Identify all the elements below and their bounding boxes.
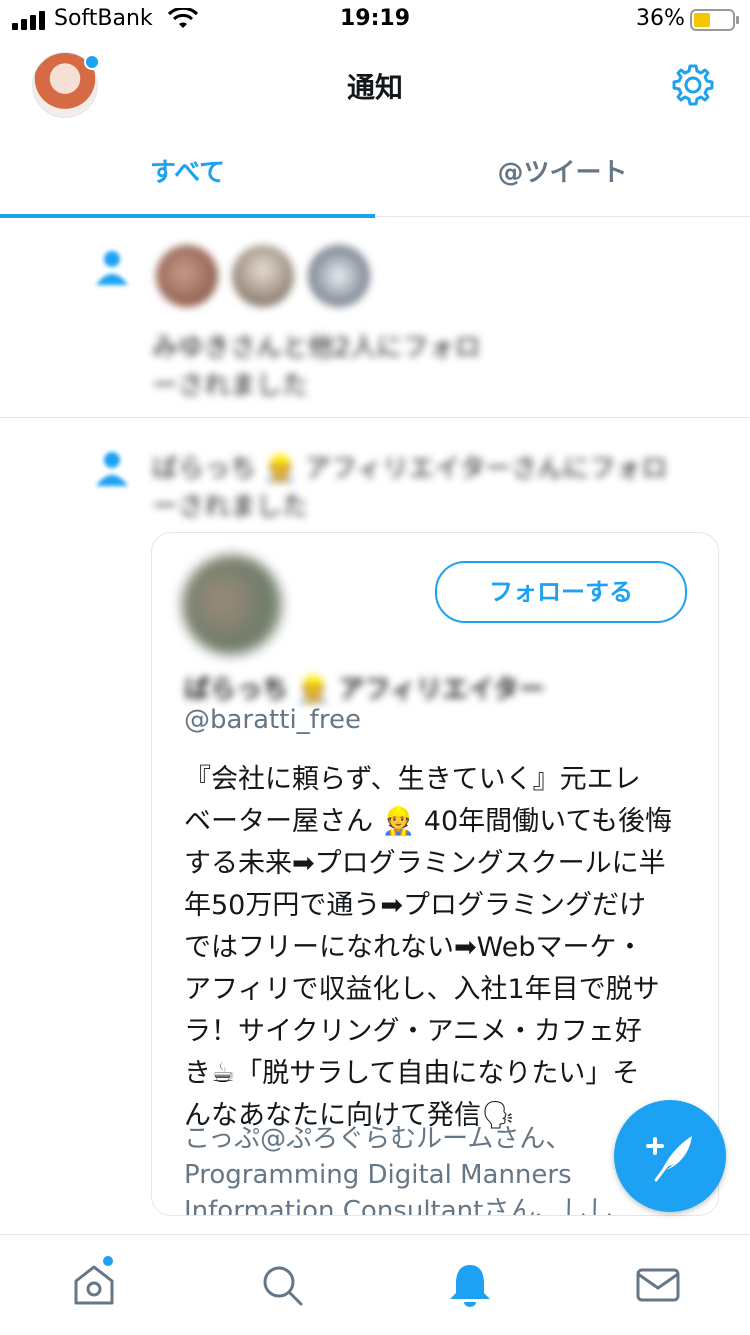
bio-line: ベーター屋さん 👷 40年間働いても後悔 [184, 806, 672, 837]
user-display-name: ばらっち 👷 アフィリエイター [184, 675, 545, 705]
nav-header: 通知 [0, 40, 750, 130]
battery-icon [690, 9, 739, 31]
tab-mentions[interactable]: @ツイート [375, 130, 750, 216]
follower-avatar[interactable] [308, 245, 370, 307]
search-icon[interactable] [258, 1261, 306, 1309]
follower-avatar[interactable] [156, 245, 218, 307]
notification-tabs: すべて @ツイート [0, 130, 750, 218]
user-handle: @baratti_free [184, 705, 361, 735]
status-bar: SoftBank 19:19 36% [0, 0, 750, 40]
page-title: 通知 [346, 71, 403, 104]
bio-line: アフィリで収益化し、入社1年目で脱サ [184, 974, 660, 1005]
notification-item[interactable]: みゆきさんと他2人にフォロ ーされました [0, 217, 750, 418]
user-bio: 『会社に頼らず、生きていく』元エレ ベーター屋さん 👷 40年間働いても後悔 す… [184, 759, 694, 1137]
person-icon [96, 452, 128, 486]
notification-text: ばらっち 👷 アフィリエイターさんにフォロ [152, 454, 668, 484]
unread-dot [103, 1256, 113, 1266]
follow-button[interactable]: フォローする [435, 561, 687, 623]
bottom-tab-bar [0, 1234, 750, 1335]
person-icon [96, 251, 128, 285]
compose-tweet-button[interactable] [614, 1100, 726, 1212]
bio-line: き☕「脱サラして自由になりたい」そ [184, 1058, 640, 1089]
bio-line: する未来➡プログラミングスクールに半 [184, 848, 666, 879]
bio-line: 『会社に頼らず、生きていく』元エレ [184, 764, 641, 795]
follower-avatar[interactable] [232, 245, 294, 307]
battery-percent: 36% [636, 6, 685, 31]
bio-line: 年50万円で通う➡プログラミングだけ [184, 890, 646, 921]
messages-envelope-icon[interactable] [634, 1261, 682, 1309]
tab-all[interactable]: すべて [0, 130, 375, 218]
user-avatar[interactable] [182, 555, 282, 655]
bio-line: ラ！サイクリング・アニメ・カフェ好 [184, 1016, 642, 1047]
notification-text: みゆきさんと他2人にフォロ [152, 333, 481, 363]
compose-tweet-icon [646, 1136, 692, 1182]
notification-text: ーされました [152, 492, 309, 522]
followed-by-line: Information Consultantさん、しし [184, 1196, 614, 1216]
notification-text: ーされました [152, 371, 309, 401]
bio-line: ではフリーになれない➡Webマーケ・ [184, 932, 644, 963]
notifications-bell-icon[interactable] [446, 1261, 494, 1309]
home-icon[interactable] [70, 1261, 118, 1309]
gear-icon[interactable] [670, 62, 716, 108]
